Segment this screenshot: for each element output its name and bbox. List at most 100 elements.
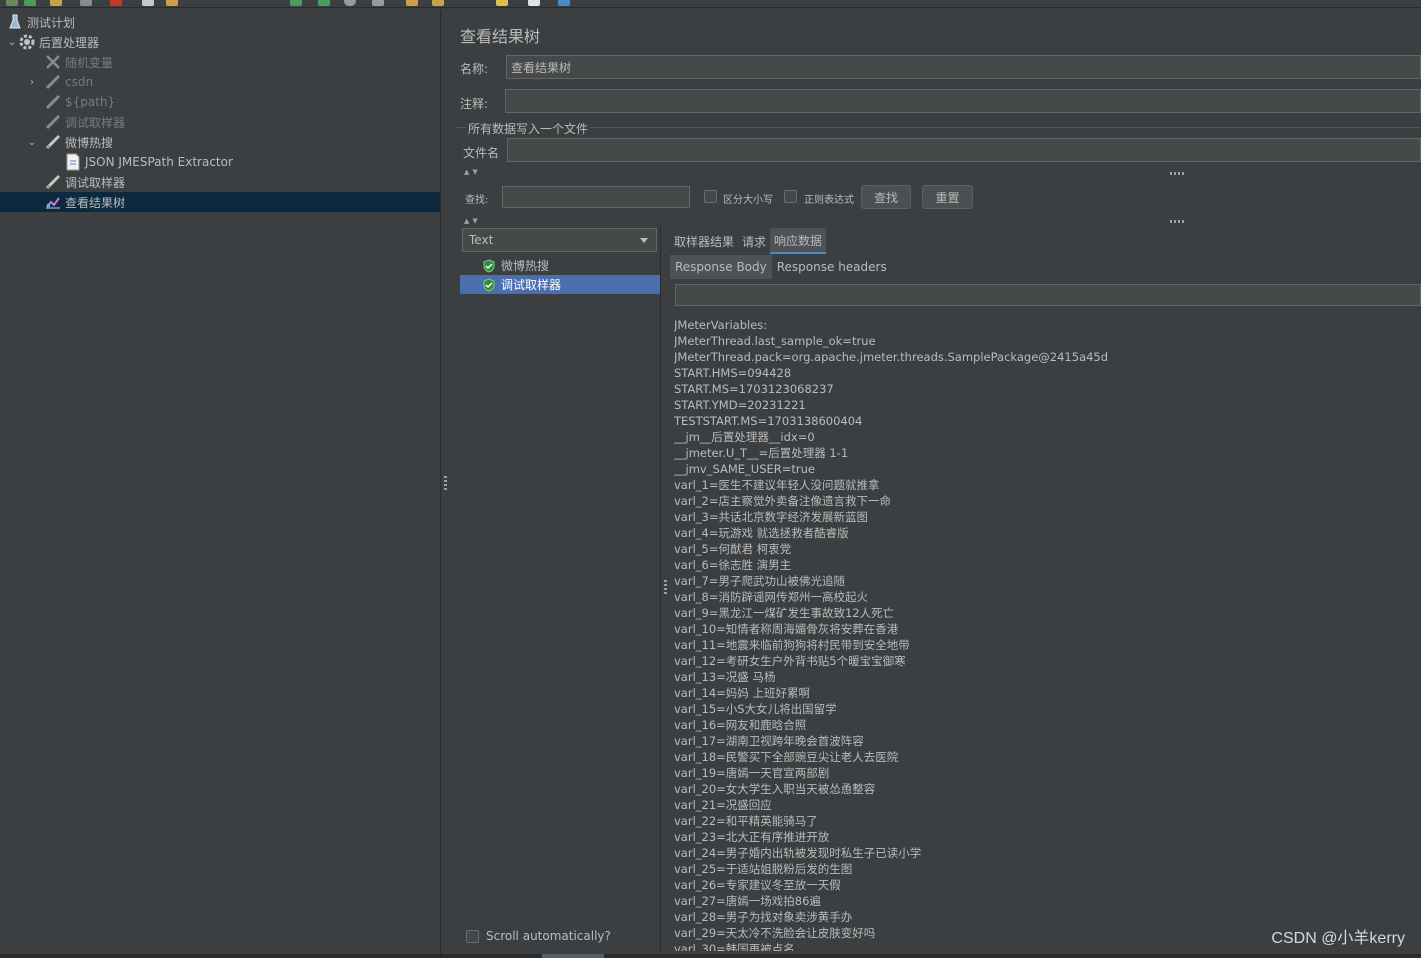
filename-field[interactable] (507, 138, 1421, 162)
response-line: START.HMS=094428 (674, 366, 792, 380)
tree-item-label: csdn (65, 75, 94, 89)
tab-response-body[interactable]: Response Body (670, 255, 772, 279)
sampler-pen-icon (44, 73, 62, 91)
response-line: varl_27=唐嫣一场戏拍86遍 (674, 894, 821, 908)
tab-response-headers[interactable]: Response headers (772, 255, 892, 279)
toolbar-open-icon[interactable] (24, 0, 36, 6)
renderer-select[interactable]: Text (462, 228, 657, 252)
list-item[interactable]: 微博热搜 (460, 256, 660, 275)
response-body-text[interactable]: JMeterVariables: JMeterThread.last_sample… (674, 317, 1414, 951)
chevron-down-icon[interactable]: ⌄ (26, 136, 38, 148)
renderer-select-value: Text (469, 233, 494, 247)
response-line: varl_3=共话北京数字经济发展新蓝图 (674, 510, 868, 524)
toolbar-cut-icon[interactable] (110, 0, 122, 6)
results-splitter[interactable] (660, 226, 668, 951)
toolbar-copy-icon[interactable] (142, 0, 154, 6)
response-line: varl_8=消防辟谣网传郑州一高校起火 (674, 590, 868, 604)
tree-item-label: 随机变量 (65, 55, 114, 70)
scroll-automatically-checkbox[interactable] (466, 929, 479, 943)
toolbar-clear-all-icon[interactable] (432, 0, 444, 6)
collapse-arrows-icon[interactable]: ▲▼ (464, 217, 481, 225)
tree-item-weibo-hot[interactable]: ⌄ 微博热搜 (0, 132, 440, 152)
test-plan-tree: 测试计划 ⌄ 后置处理器 随机变量 › csdn ${path} 调试取样器 ⌄ (0, 10, 440, 958)
chevron-right-icon[interactable]: › (26, 76, 38, 88)
split-handle-icon[interactable] (1170, 220, 1184, 223)
page-title: 查看结果树 (460, 27, 541, 46)
sampler-pen-icon (44, 113, 62, 131)
tree-item-label: 微博热搜 (65, 135, 114, 150)
response-line: varl_10=知情者称周海媚骨灰将安葬在香港 (674, 622, 899, 636)
tree-item-path[interactable]: ${path} (0, 92, 440, 112)
comment-field[interactable] (505, 89, 1421, 113)
toolbar-start-icon[interactable] (290, 0, 302, 6)
sampler-pen-icon (44, 133, 62, 151)
tree-item-csdn[interactable]: › csdn (0, 72, 440, 92)
response-line: JMeterVariables: (674, 318, 768, 332)
toolbar-shutdown-icon[interactable] (372, 0, 384, 6)
toolbar-reset-search-icon[interactable] (528, 0, 540, 6)
tree-item-thread-group[interactable]: ⌄ 后置处理器 (0, 32, 440, 52)
toolbar-new-icon[interactable] (6, 0, 18, 6)
case-sensitive-checkbox[interactable] (704, 190, 717, 203)
toolbar-start-nopause-icon[interactable] (318, 0, 330, 6)
splitter-handle-icon[interactable] (664, 580, 667, 594)
tree-item-label: 后置处理器 (39, 35, 100, 50)
toolbar (0, 0, 1421, 8)
main-splitter[interactable] (440, 10, 450, 958)
list-item-label: 微博热搜 (501, 259, 550, 273)
document-icon (64, 153, 82, 171)
view-results-tree-panel: 查看结果树 名称: 注释: 所有数据写入一个文件 文件名 ▲▼ 查找: 区分大小… (451, 10, 1421, 958)
tree-item-random-variable[interactable]: 随机变量 (0, 52, 440, 72)
tree-item-test-plan[interactable]: 测试计划 (0, 12, 440, 32)
response-line: START.YMD=20231221 (674, 398, 806, 412)
split-handle-icon[interactable] (1170, 172, 1184, 175)
tab-response-data[interactable]: 响应数据 (770, 228, 827, 254)
tree-item-json-extractor[interactable]: JSON JMESPath Extractor (0, 152, 440, 172)
find-button[interactable]: 查找 (861, 185, 911, 209)
success-shield-icon (482, 277, 496, 292)
scroll-automatically-toggle[interactable]: Scroll automatically? (466, 929, 611, 943)
response-line: varl_14=妈妈 上班好累啊 (674, 686, 810, 700)
reset-button[interactable]: 重置 (922, 185, 973, 209)
toolbar-search-icon[interactable] (496, 0, 508, 6)
response-search-input[interactable] (675, 284, 1421, 306)
response-line: START.MS=1703123068237 (674, 382, 834, 396)
horizontal-scrollbar[interactable] (0, 954, 1421, 958)
filename-label: 文件名 (463, 146, 500, 160)
toolbar-folder-icon[interactable] (50, 0, 62, 6)
response-line: varl_25=于适站姐脱粉后发的生图 (674, 862, 853, 876)
toolbar-save-icon[interactable] (80, 0, 92, 6)
comment-label: 注释: (460, 97, 489, 111)
test-plan-flask-icon (6, 13, 24, 31)
toolbar-clear-icon[interactable] (406, 0, 418, 6)
response-line: varl_19=唐嫣一天官宣两部剧 (674, 766, 830, 780)
chevron-down-icon[interactable]: ⌄ (6, 36, 18, 48)
toolbar-paste-icon[interactable] (166, 0, 178, 6)
watermark: CSDN @小羊kerry (1271, 930, 1405, 947)
response-line: varl_23=北大正有序推进开放 (674, 830, 830, 844)
list-item[interactable]: 调试取样器 (460, 275, 660, 294)
tab-request[interactable]: 请求 (738, 228, 770, 254)
response-line: __jmeter.U_T__=后置处理器 1-1 (674, 446, 849, 460)
tree-item-debug-sampler-disabled[interactable]: 调试取样器 (0, 112, 440, 132)
response-line: varl_15=小S大女儿将出国留学 (674, 702, 837, 716)
random-variable-icon (44, 53, 62, 71)
response-line: varl_4=玩游戏 就选拯救者酷睿版 (674, 526, 849, 540)
response-line: JMeterThread.pack=org.apache.jmeter.thre… (674, 350, 1109, 364)
tree-item-debug-sampler[interactable]: 调试取样器 (0, 172, 440, 192)
tab-sampler-result[interactable]: 取样器结果 (670, 228, 738, 254)
group-title: 所有数据写入一个文件 (466, 120, 591, 137)
scrollbar-thumb[interactable] (542, 954, 604, 958)
splitter-handle-icon[interactable] (444, 476, 447, 490)
search-label: 查找: (465, 195, 489, 206)
name-field[interactable] (506, 55, 1421, 79)
toolbar-stop-icon[interactable] (344, 0, 356, 6)
collapse-arrows-icon[interactable]: ▲▼ (464, 168, 481, 176)
toolbar-function-icon[interactable] (558, 0, 570, 6)
regex-checkbox[interactable] (784, 190, 797, 203)
response-line: varl_16=网友和鹿晗合照 (674, 718, 807, 732)
search-input[interactable] (502, 186, 690, 208)
response-line: varl_6=徐志胜 演男主 (674, 558, 792, 572)
response-line: varl_28=男子为找对象卖涉黄手办 (674, 910, 853, 924)
tree-item-view-results-tree[interactable]: 查看结果树 (0, 192, 440, 212)
